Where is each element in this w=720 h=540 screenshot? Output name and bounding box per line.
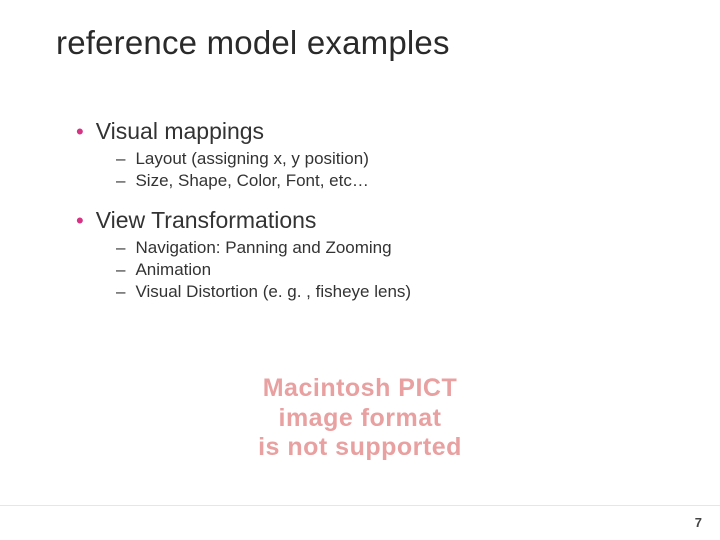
bullet-dash-icon: – [116, 171, 125, 191]
bullet-sub-label: Visual Distortion (e. g. , fisheye lens) [135, 282, 411, 302]
slide-title: reference model examples [56, 24, 450, 62]
slide-content: • Visual mappings – Layout (assigning x,… [76, 112, 636, 304]
bullet-level1: • Visual mappings [76, 118, 636, 145]
watermark-line: image format [0, 404, 720, 434]
footer-divider [0, 505, 720, 506]
pict-not-supported-watermark: Macintosh PICT image format is not suppo… [0, 374, 720, 463]
spacer [76, 193, 636, 201]
bullet-level2: – Navigation: Panning and Zooming [116, 238, 636, 258]
watermark-line: is not supported [0, 433, 720, 463]
bullet-sub-label: Animation [135, 260, 211, 280]
slide: reference model examples • Visual mappin… [0, 0, 720, 540]
bullet-dash-icon: – [116, 260, 125, 280]
bullet-level2: – Size, Shape, Color, Font, etc… [116, 171, 636, 191]
bullet-dot-icon: • [76, 121, 84, 143]
bullet-dash-icon: – [116, 282, 125, 302]
bullet-level1: • View Transformations [76, 207, 636, 234]
bullet-dash-icon: – [116, 149, 125, 169]
bullet-sub-label: Navigation: Panning and Zooming [135, 238, 391, 258]
bullet-sub-label: Size, Shape, Color, Font, etc… [135, 171, 368, 191]
bullet-level2: – Visual Distortion (e. g. , fisheye len… [116, 282, 636, 302]
watermark-line: Macintosh PICT [0, 374, 720, 404]
bullet-dash-icon: – [116, 238, 125, 258]
bullet-dot-icon: • [76, 210, 84, 232]
bullet-sub-label: Layout (assigning x, y position) [135, 149, 368, 169]
bullet-label: View Transformations [96, 207, 317, 234]
bullet-level2: – Layout (assigning x, y position) [116, 149, 636, 169]
page-number: 7 [695, 515, 702, 530]
bullet-label: Visual mappings [96, 118, 264, 145]
bullet-level2: – Animation [116, 260, 636, 280]
